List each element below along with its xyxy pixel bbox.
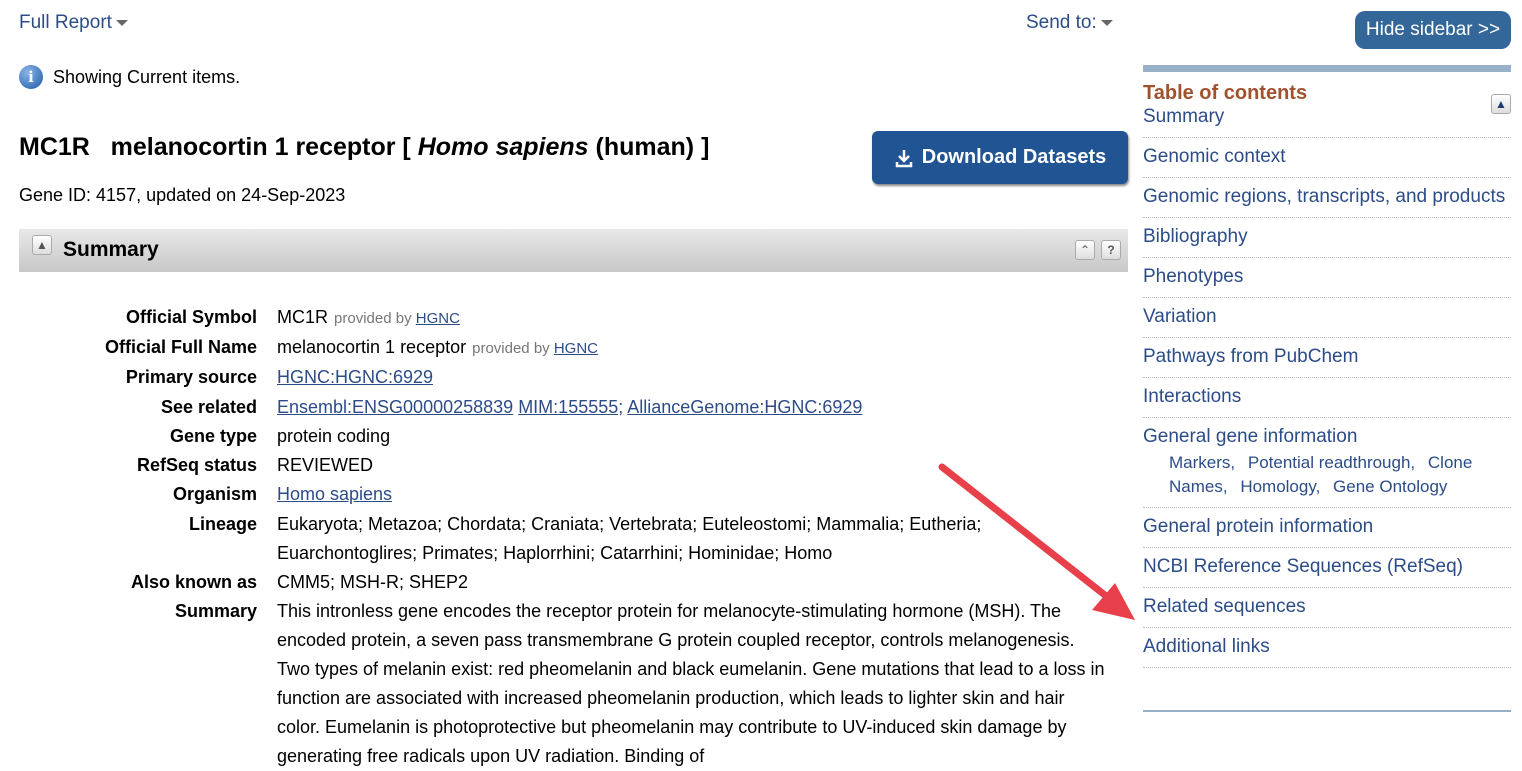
- collapse-icon[interactable]: ▲: [32, 235, 52, 255]
- mim-link[interactable]: MIM:155555;: [518, 397, 623, 417]
- label-refseq-status: RefSeq status: [136, 455, 257, 475]
- title-end: (human) ]: [588, 133, 710, 161]
- toc-subitem[interactable]: Markers,: [1169, 453, 1235, 472]
- label-see-related: See related: [160, 397, 257, 417]
- label-full-name: Official Full Name: [104, 337, 257, 357]
- gene-id-line: Gene ID: 4157, updated on 24-Sep-2023: [19, 185, 346, 205]
- notice-text: Showing Current items.: [53, 66, 241, 87]
- page-title: MC1R melanocortin 1 receptor [ Homo sapi…: [19, 133, 709, 162]
- toc-subitem[interactable]: Homology,: [1240, 477, 1320, 496]
- toc-item[interactable]: General gene information: [1143, 418, 1511, 451]
- toc-item[interactable]: Additional links: [1143, 628, 1511, 668]
- toc-item[interactable]: Related sequences: [1143, 588, 1511, 628]
- provided-by: provided by: [334, 310, 412, 327]
- toc-list: Summary Genomic context Genomic regions, t…: [1143, 105, 1511, 668]
- summary-title: Summary: [63, 238, 159, 261]
- label-primary-source: Primary source: [125, 367, 257, 387]
- summary-section-header: ▲ ⌃ ?: [19, 229, 1128, 272]
- label-lineage: Lineage: [188, 514, 257, 534]
- toc-item[interactable]: Phenotypes: [1143, 258, 1511, 298]
- provided-by: provided by: [472, 340, 550, 357]
- send-to-dropdown[interactable]: Send to:: [1026, 12, 1113, 34]
- toc-subitem[interactable]: Gene Ontology: [1333, 477, 1447, 496]
- toc-item[interactable]: Pathways from PubChem: [1143, 338, 1511, 378]
- hgnc-link[interactable]: HGNC: [416, 310, 460, 327]
- value-full-name: melanocortin 1 receptor: [277, 337, 467, 357]
- value-gene-type: protein coding: [277, 426, 391, 446]
- toc-subitems: Markers, Potential readthrough, Clone Na…: [1143, 451, 1511, 508]
- sidebar: Table of contents ▲ Summary Genomic conte…: [1143, 65, 1511, 712]
- toc-item[interactable]: Genomic regions, transcripts, and produc…: [1143, 178, 1511, 218]
- download-label: Download Datasets: [921, 146, 1107, 168]
- title-species: Homo sapiens: [417, 133, 589, 161]
- download-icon: [895, 149, 912, 167]
- label-summary: Summary: [174, 601, 257, 621]
- hgnc-link[interactable]: HGNC: [554, 340, 598, 357]
- toc-item[interactable]: Summary: [1143, 105, 1511, 138]
- label-also-known-as: Also known as: [130, 572, 257, 592]
- full-report-label: Full Report: [19, 12, 112, 33]
- annotation-arrow-icon: [938, 463, 1135, 620]
- primary-source-link[interactable]: HGNC:HGNC:6929: [277, 367, 433, 387]
- label-gene-type: Gene type: [169, 426, 257, 446]
- caret-down-icon: [1100, 19, 1113, 26]
- collapse-toc-icon[interactable]: ▲: [1491, 94, 1511, 114]
- help-icon[interactable]: ?: [1101, 240, 1121, 260]
- scroll-top-icon[interactable]: ⌃: [1075, 240, 1095, 260]
- caret-down-icon: [115, 19, 128, 26]
- toc-item[interactable]: Interactions: [1143, 378, 1511, 418]
- full-report-dropdown[interactable]: Full Report: [19, 12, 128, 34]
- toc-item[interactable]: General protein information: [1143, 508, 1511, 548]
- toc-item[interactable]: Variation: [1143, 298, 1511, 338]
- sidebar-divider: [1143, 65, 1511, 72]
- info-icon: i: [19, 65, 43, 89]
- info-notice: i Showing Current items.: [19, 65, 240, 89]
- toc-item[interactable]: Bibliography: [1143, 218, 1511, 258]
- hide-sidebar-button[interactable]: Hide sidebar >>: [1355, 11, 1511, 49]
- ensembl-link[interactable]: Ensembl:ENSG00000258839: [277, 397, 513, 417]
- label-organism: Organism: [172, 484, 257, 504]
- toc-title: Table of contents: [1143, 82, 1308, 104]
- download-datasets-button[interactable]: Download Datasets: [872, 131, 1128, 184]
- organism-link[interactable]: Homo sapiens: [277, 484, 392, 504]
- toc-item[interactable]: NCBI Reference Sequences (RefSeq): [1143, 548, 1511, 588]
- toc-subitem[interactable]: Potential readthrough,: [1248, 453, 1415, 472]
- title-text: MC1R melanocortin 1 receptor [: [19, 133, 418, 161]
- label-official-symbol: Official Symbol: [125, 307, 257, 327]
- value-official-symbol: MC1R: [277, 307, 329, 327]
- alliancegenome-link[interactable]: AllianceGenome:HGNC:6929: [627, 397, 862, 417]
- toc-item[interactable]: Genomic context: [1143, 138, 1511, 178]
- send-to-label: Send to:: [1026, 12, 1097, 33]
- sidebar-bottom-divider: [1143, 710, 1511, 712]
